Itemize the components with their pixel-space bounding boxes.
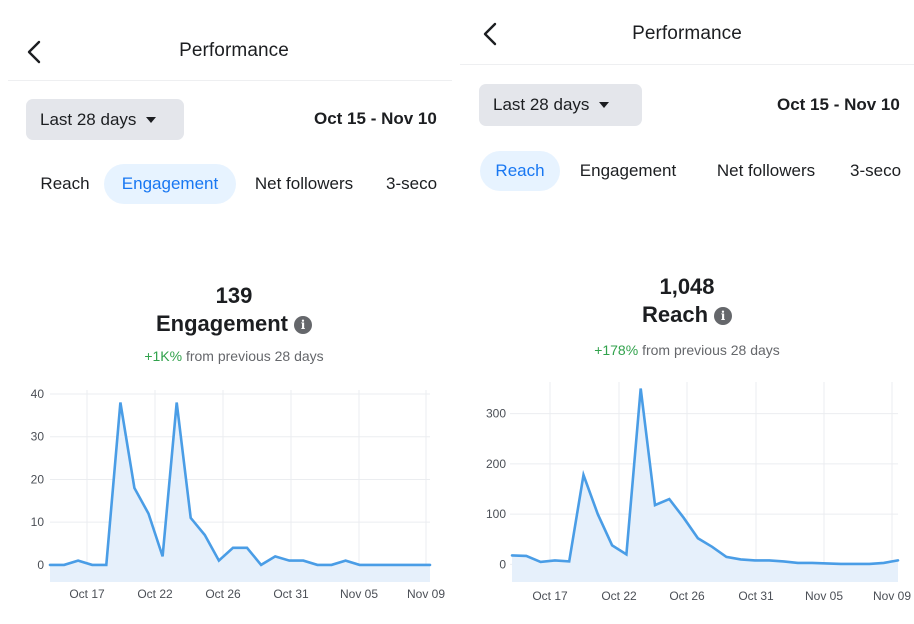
metric-change-suffix: from previous 28 days: [642, 342, 780, 358]
page-title: Performance: [632, 23, 742, 44]
metric-change-value: +1K%: [144, 348, 183, 364]
y-tick-label: 20: [31, 472, 45, 486]
x-tick-label: Oct 26: [205, 587, 241, 601]
metric-name-row: Reach i: [460, 302, 914, 328]
y-tick-label: 100: [486, 507, 506, 521]
metric-tabs: Reach Engagement Net followers 3-seco: [0, 164, 452, 204]
metric-change-suffix: from previous 28 days: [185, 348, 324, 364]
performance-panel-reach: Performance Last 28 days Oct 15 - Nov 10…: [460, 0, 914, 624]
series-line: [48, 402, 432, 567]
metric-value: 1,048: [659, 274, 715, 299]
metric-name: Engagement: [155, 311, 289, 336]
x-tick-label: Oct 22: [601, 589, 637, 603]
tab-net-followers[interactable]: Net followers: [244, 164, 364, 204]
metric-value: 139: [215, 283, 253, 308]
tab-3-second-views[interactable]: 3-seco: [380, 164, 452, 204]
tab-engagement[interactable]: Engagement: [104, 164, 236, 204]
header-divider: [8, 80, 452, 81]
tab-reach[interactable]: Reach: [480, 151, 560, 191]
engagement-chart: 0 10 20 30 40 Oct 17 Oct 22 Oct 26 Oct 31 Nov 05 N…: [31, 387, 446, 601]
performance-panel-engagement: Performance Last 28 days Oct 15 - Nov 10…: [0, 0, 452, 624]
header-divider: [460, 64, 914, 65]
date-range-dropdown[interactable]: Last 28 days: [479, 84, 642, 126]
date-range-text: Oct 15 - Nov 10: [314, 109, 437, 128]
metric-change: +1K% from previous 28 days: [0, 348, 452, 364]
metric-name-row: Engagement i: [0, 311, 452, 337]
metric-name: Reach: [641, 302, 709, 327]
y-tick-label: 30: [31, 430, 45, 444]
y-tick-label: 0: [37, 558, 44, 572]
caret-down-icon: [599, 102, 610, 108]
tab-engagement[interactable]: Engagement: [568, 151, 688, 191]
y-tick-label: 300: [486, 407, 506, 421]
date-range-dropdown-label: Last 28 days: [40, 109, 137, 129]
x-tick-label: Oct 17: [532, 589, 568, 603]
caret-down-icon: [146, 116, 157, 123]
x-tick-label: Nov 05: [340, 587, 378, 601]
info-icon[interactable]: i: [714, 307, 733, 325]
y-tick-label: 10: [31, 515, 45, 529]
x-tick-label: Oct 31: [273, 587, 309, 601]
x-tick-label: Nov 09: [873, 589, 911, 603]
x-tick-label: Nov 09: [407, 587, 445, 601]
y-tick-label: 40: [31, 387, 45, 401]
tab-net-followers[interactable]: Net followers: [704, 151, 828, 191]
tab-3-second-views[interactable]: 3-seco: [846, 151, 914, 191]
metric-tabs: Reach Engagement Net followers 3-seco: [460, 151, 914, 191]
page-title: Performance: [179, 40, 289, 61]
tab-reach[interactable]: Reach: [30, 164, 100, 204]
x-tick-label: Oct 26: [669, 589, 705, 603]
series-line: [510, 388, 900, 566]
x-tick-label: Oct 31: [738, 589, 774, 603]
x-tick-label: Nov 05: [805, 589, 843, 603]
info-icon[interactable]: i: [294, 316, 313, 334]
x-tick-label: Oct 22: [137, 587, 173, 601]
y-tick-label: 200: [486, 457, 506, 471]
y-tick-label: 0: [499, 557, 506, 571]
date-range-dropdown-label: Last 28 days: [493, 95, 590, 114]
metric-change-value: +178%: [594, 342, 639, 358]
x-tick-label: Oct 17: [69, 587, 105, 601]
date-range-dropdown[interactable]: Last 28 days: [26, 99, 184, 140]
date-range-text: Oct 15 - Nov 10: [777, 95, 900, 114]
metric-change: +178% from previous 28 days: [460, 342, 914, 358]
reach-chart: 0 100 200 300 Oct 17 Oct 22 Oct 26 Oct 31 Nov 05…: [486, 382, 911, 603]
